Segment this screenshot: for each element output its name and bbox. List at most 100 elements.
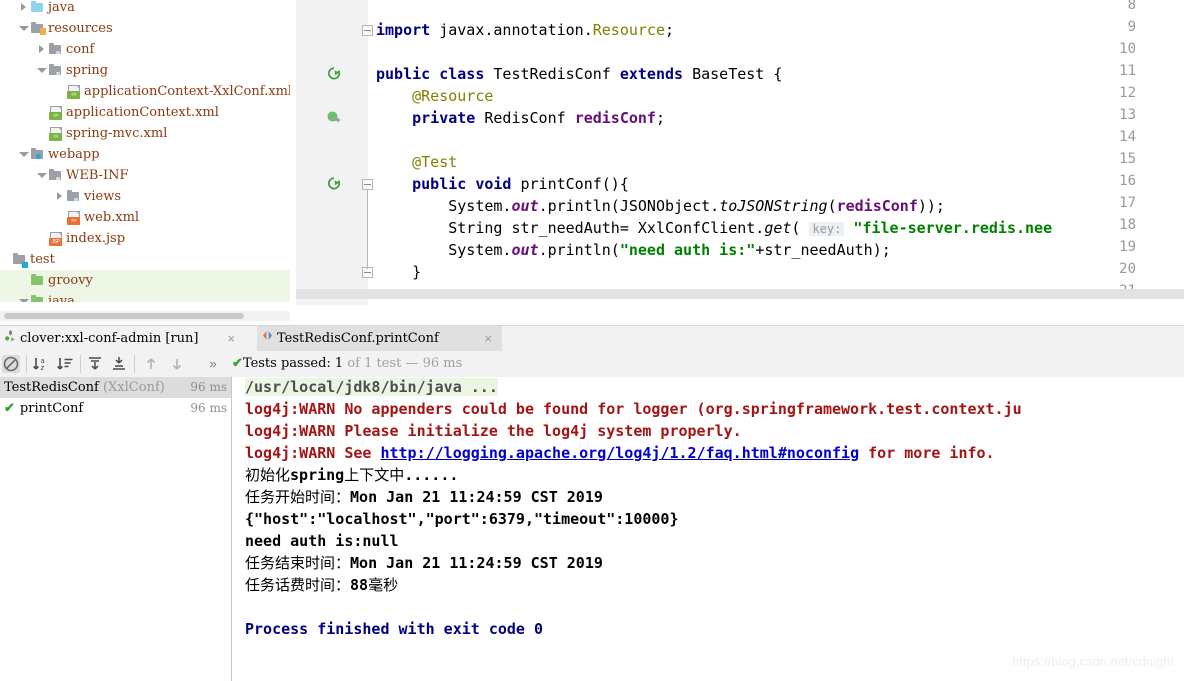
code-token: +str_needAuth); xyxy=(755,241,891,259)
chevron-down-icon[interactable] xyxy=(36,165,48,186)
console-text: for more info. xyxy=(859,444,995,462)
console-line: {"host":"localhost","port":6379,"timeout… xyxy=(245,508,678,530)
fold-collapse-icon[interactable] xyxy=(362,179,373,190)
project-tree-horizontal-scrollbar[interactable] xyxy=(0,311,290,321)
project-tree-item[interactable]: <> web.xml xyxy=(0,207,290,228)
test-tree-row[interactable]: TestRedisConf (XxlConf) 96 ms xyxy=(0,377,231,398)
project-tree-item[interactable]: conf xyxy=(0,39,290,60)
top-split: java resources conf spring <> applicationCont… xyxy=(0,0,1184,321)
editor-horizontal-scrollbar[interactable] xyxy=(296,289,1184,299)
chevron-down-icon[interactable] xyxy=(18,291,30,302)
console-line: 初始化spring上下文中...... xyxy=(245,464,458,486)
chevron-down-icon[interactable] xyxy=(18,18,30,39)
code-editor[interactable]: 89101112131415161718192021 import javax.… xyxy=(296,0,1184,305)
project-tree-item[interactable]: groovy xyxy=(0,270,290,291)
editor-gutter[interactable] xyxy=(296,0,371,305)
folder-plain-grey-icon xyxy=(66,186,81,207)
project-tree-item[interactable]: test xyxy=(0,249,290,270)
sort-by-duration-icon[interactable] xyxy=(56,355,74,373)
test-results-tree[interactable]: TestRedisConf (XxlConf) 96 ms ✔ printConf 96… xyxy=(0,377,231,681)
close-tab-icon[interactable]: × xyxy=(227,326,235,352)
code-token: TestRedisConf xyxy=(493,65,620,83)
test-runner-toolbar[interactable]: az » xyxy=(0,351,1184,378)
project-tree[interactable]: java resources conf spring <> applicationCont… xyxy=(0,0,290,302)
console-line: need auth is:null xyxy=(245,530,399,552)
project-tree-item[interactable]: views xyxy=(0,186,290,207)
project-tree-item[interactable]: <> applicationContext.xml xyxy=(0,102,290,123)
code-token: private xyxy=(376,109,485,127)
project-tree-item[interactable]: resources xyxy=(0,18,290,39)
close-tab-icon[interactable]: × xyxy=(484,326,492,352)
web-xml-file-icon: <> xyxy=(66,207,81,228)
project-tree-item[interactable]: java xyxy=(0,291,290,302)
run-tool-window: clover:xxl-conf-admin [run] × TestRedisCon… xyxy=(0,321,1184,681)
implemented-icon[interactable] xyxy=(326,110,342,126)
code-token: .println(JSONObject. xyxy=(538,197,720,215)
folder-resources-icon xyxy=(30,18,46,39)
project-tree-item-label: java xyxy=(48,0,75,15)
project-tree-item-label: spring xyxy=(66,63,109,78)
run-tab-bar[interactable]: clover:xxl-conf-admin [run] × TestRedisCon… xyxy=(0,325,1184,352)
project-tree-item[interactable]: spring xyxy=(0,60,290,81)
sort-alphabetically-icon[interactable]: az xyxy=(32,355,50,373)
run-tab[interactable]: clover:xxl-conf-admin [run] × xyxy=(0,326,245,352)
fold-collapse-icon[interactable] xyxy=(362,25,373,36)
next-failed-test-icon[interactable] xyxy=(168,355,186,373)
more-options-icon[interactable]: » xyxy=(204,355,222,373)
code-token: out xyxy=(511,241,539,259)
tests-duration: 96 ms xyxy=(422,356,463,371)
tests-dash: — xyxy=(405,356,419,371)
code-line: String str_needAuth= XxlConfClient.get( … xyxy=(376,217,1052,239)
chevron-right-icon[interactable] xyxy=(18,0,30,18)
chevron-down-icon[interactable] xyxy=(18,144,30,165)
collapse-all-icon[interactable] xyxy=(110,355,128,373)
expand-all-icon[interactable] xyxy=(86,355,104,373)
fold-region-line xyxy=(367,190,368,270)
tests-passed-label: Tests passed: xyxy=(242,356,331,371)
code-line: import javax.annotation.Resource; xyxy=(376,19,674,41)
code-token: RedisConf xyxy=(484,109,575,127)
code-token: System. xyxy=(376,197,512,215)
chevron-right-icon[interactable] xyxy=(54,186,66,207)
project-tree-item[interactable]: WEB-INF xyxy=(0,165,290,186)
code-token: get xyxy=(764,219,792,237)
console-text: need auth is:null xyxy=(245,532,399,550)
project-tree-item[interactable]: JSP index.jsp xyxy=(0,228,290,249)
console-output[interactable]: /usr/local/jdk8/bin/java ... log4j:WARN N… xyxy=(232,377,1184,681)
console-text: 上下文中 xyxy=(344,466,405,484)
console-text: ...... xyxy=(404,466,459,484)
code-token: redisConf xyxy=(574,109,656,127)
folder-webapp-icon xyxy=(30,144,45,165)
console-link[interactable]: http://logging.apache.org/log4j/1.2/faq.… xyxy=(380,444,859,462)
idea-window: java resources conf spring <> applicationCont… xyxy=(0,0,1184,681)
run-tab[interactable]: TestRedisConf.printConf × xyxy=(257,326,502,352)
test-tree-row-class: (XxlConf) xyxy=(98,380,165,395)
project-tree-item[interactable]: <> applicationContext-XxlConf.xml xyxy=(0,81,290,102)
console-text: Mon Jan 21 11:24:59 CST 2019 xyxy=(350,554,603,572)
run-class-icon[interactable] xyxy=(326,66,342,82)
project-tree-item[interactable]: java xyxy=(0,0,290,18)
code-token: System. xyxy=(376,241,512,259)
tests-total-label: 1 test xyxy=(364,356,402,371)
chevron-down-icon[interactable] xyxy=(36,60,48,81)
code-token: @Test xyxy=(376,153,458,171)
toggle-ignored-tests-icon[interactable] xyxy=(2,355,20,373)
code-token: import xyxy=(376,21,440,39)
clover-run-icon xyxy=(0,326,20,352)
chevron-right-icon[interactable] xyxy=(36,39,48,60)
project-tree-item[interactable]: webapp xyxy=(0,144,290,165)
run-method-icon[interactable] xyxy=(326,176,342,192)
previous-failed-test-icon[interactable] xyxy=(142,355,160,373)
code-content[interactable]: import javax.annotation.Resource; public … xyxy=(376,0,1184,305)
console-line: log4j:WARN See http://logging.apache.org… xyxy=(245,442,995,464)
tests-passed-check-icon: ✔ xyxy=(232,356,243,371)
test-tree-row[interactable]: ✔ printConf 96 ms xyxy=(0,398,231,419)
project-tree-item[interactable]: <> spring-mvc.xml xyxy=(0,123,290,144)
